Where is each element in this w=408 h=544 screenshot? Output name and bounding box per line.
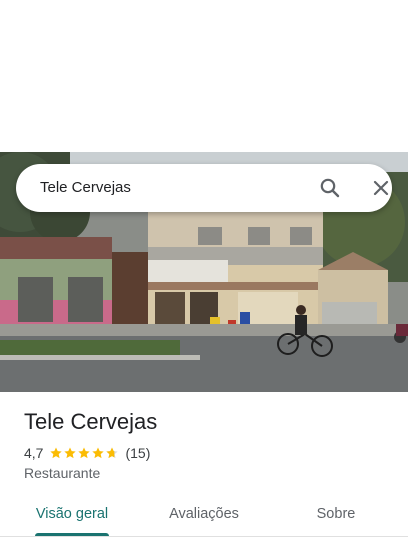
star-icon — [78, 447, 91, 459]
tab-about[interactable]: Sobre — [296, 496, 376, 536]
search-input[interactable] — [40, 164, 280, 212]
place-title: Tele Cervejas — [24, 409, 158, 434]
tabs-divider — [0, 536, 408, 537]
star-icon — [50, 447, 63, 459]
star-icon — [64, 447, 77, 459]
star-icon — [92, 447, 105, 459]
close-icon[interactable] — [369, 176, 393, 200]
search-icon[interactable] — [318, 176, 342, 200]
tab-bar: Visão geral Avaliações Sobre — [0, 496, 408, 536]
search-bar[interactable] — [16, 164, 392, 212]
tab-reviews[interactable]: Avaliações — [156, 496, 252, 536]
tab-overview[interactable]: Visão geral — [24, 496, 120, 536]
rating-row[interactable]: 4,7 (15) — [24, 443, 150, 463]
rating-value: 4,7 — [24, 445, 44, 461]
place-category: Restaurante — [24, 465, 101, 481]
rating-stars — [49, 446, 119, 460]
review-count[interactable]: (15) — [125, 445, 150, 461]
half-star-icon — [106, 447, 119, 459]
